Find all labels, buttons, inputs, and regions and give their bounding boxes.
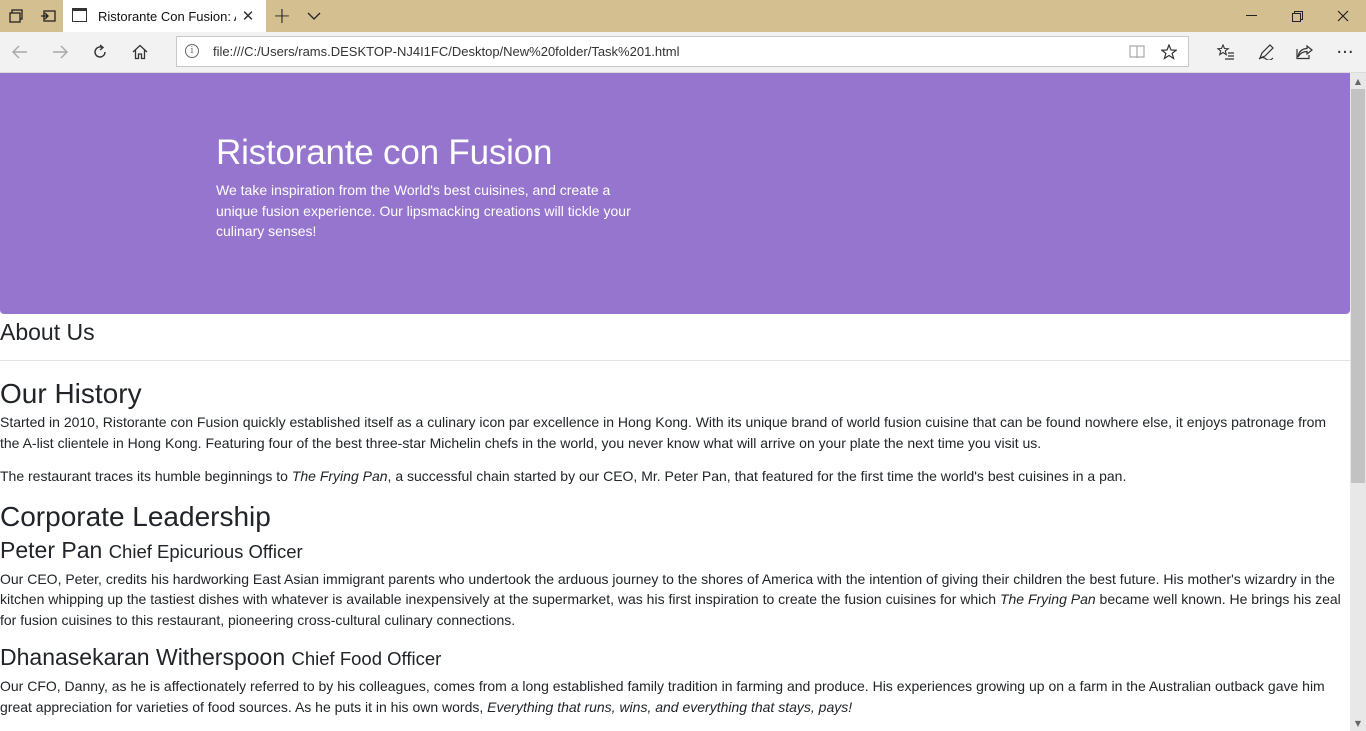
vertical-scrollbar[interactable]: ▲ ▼: [1350, 73, 1366, 731]
browser-tab-active[interactable]: Ristorante Con Fusion: About Us ✕: [63, 0, 266, 32]
leadership-heading: Corporate Leadership: [0, 500, 271, 532]
site-info-icon[interactable]: i: [185, 44, 199, 58]
page-viewport: Ristorante con Fusion We take inspiratio…: [0, 73, 1350, 731]
url-text: file:///C:/Users/rams.DESKTOP-NJ4I1FC/De…: [213, 44, 680, 59]
title-bar: Ristorante Con Fusion: About Us ✕ +: [0, 0, 1366, 32]
favorites-list-icon[interactable]: [1208, 36, 1244, 68]
page-icon: [72, 8, 87, 22]
back-arrow-icon[interactable]: [4, 36, 36, 68]
plus-icon[interactable]: +: [266, 0, 298, 32]
share-icon[interactable]: [1287, 36, 1323, 68]
leader-bio-emphasis: The Frying Pan: [999, 591, 1096, 607]
leader-bio-emphasis: Everything that runs, wins, and everythi…: [487, 698, 853, 715]
leader-heading: Peter Pan Chief Epicurious Officer: [0, 536, 1350, 566]
page-title: About Us: [0, 319, 95, 345]
minimize-icon[interactable]: [1228, 0, 1274, 32]
leader-name: Peter Pan: [0, 536, 103, 563]
forward-arrow-icon[interactable]: [44, 36, 76, 68]
restaurant-tagline: We take inspiration from the World's bes…: [216, 182, 631, 239]
tab-title: Ristorante Con Fusion: About Us: [98, 8, 236, 24]
restaurant-title: Ristorante con Fusion: [216, 133, 553, 172]
scroll-up-arrow-icon[interactable]: ▲: [1350, 73, 1366, 89]
leader-bio: Our CFO, Danny, as he is affectionately …: [0, 676, 1350, 717]
refresh-icon[interactable]: [84, 36, 116, 68]
tab-manager-icon[interactable]: [0, 0, 32, 32]
history-paragraph-1: Started in 2010, Ristorante con Fusion q…: [0, 414, 1327, 451]
leader-role: Chief Epicurious Officer: [108, 540, 303, 562]
scrollbar-thumb[interactable]: [1351, 89, 1365, 483]
history-paragraph-2: The restaurant traces its humble beginni…: [0, 466, 1350, 487]
history-paragraph-2-start: The restaurant traces its humble beginni…: [0, 468, 292, 484]
jumbotron-header: Ristorante con Fusion We take inspiratio…: [0, 73, 1350, 314]
leader-bio: Our CEO, Peter, credits his hardworking …: [0, 569, 1350, 631]
home-icon[interactable]: [124, 36, 156, 68]
leader-entry-dhanasekaran: Dhanasekaran Witherspoon Chief Food Offi…: [0, 643, 1350, 717]
close-tab-icon[interactable]: ✕: [238, 6, 258, 26]
address-bar-input[interactable]: i file:///C:/Users/rams.DESKTOP-NJ4I1FC/…: [176, 36, 1189, 67]
scroll-down-arrow-icon[interactable]: ▼: [1350, 715, 1366, 731]
pen-icon[interactable]: [1248, 36, 1284, 68]
navigation-toolbar: i file:///C:/Users/rams.DESKTOP-NJ4I1FC/…: [0, 32, 1366, 73]
reading-view-icon[interactable]: [1125, 41, 1149, 63]
history-paragraph-2-end: , a successful chain started by our CEO,…: [387, 468, 1127, 484]
main-content: About Us Our History Started in 2010, Ri…: [0, 314, 1350, 730]
divider: [0, 360, 1350, 361]
history-heading: Our History: [0, 378, 142, 409]
leader-name: Dhanasekaran Witherspoon: [0, 644, 286, 670]
set-aside-tabs-icon[interactable]: [32, 0, 64, 32]
star-icon[interactable]: [1157, 41, 1181, 63]
leader-entry-peter: Peter Pan Chief Epicurious Officer Our C…: [0, 536, 1350, 631]
close-icon[interactable]: [1320, 0, 1366, 32]
leader-role: Chief Food Officer: [291, 648, 442, 669]
leader-heading: Dhanasekaran Witherspoon Chief Food Offi…: [0, 643, 1350, 673]
frying-pan-emphasis: The Frying Pan: [291, 468, 388, 484]
restore-icon[interactable]: [1274, 0, 1320, 32]
ellipsis-icon[interactable]: ···: [1327, 36, 1363, 68]
chevron-down-icon[interactable]: [298, 0, 330, 32]
